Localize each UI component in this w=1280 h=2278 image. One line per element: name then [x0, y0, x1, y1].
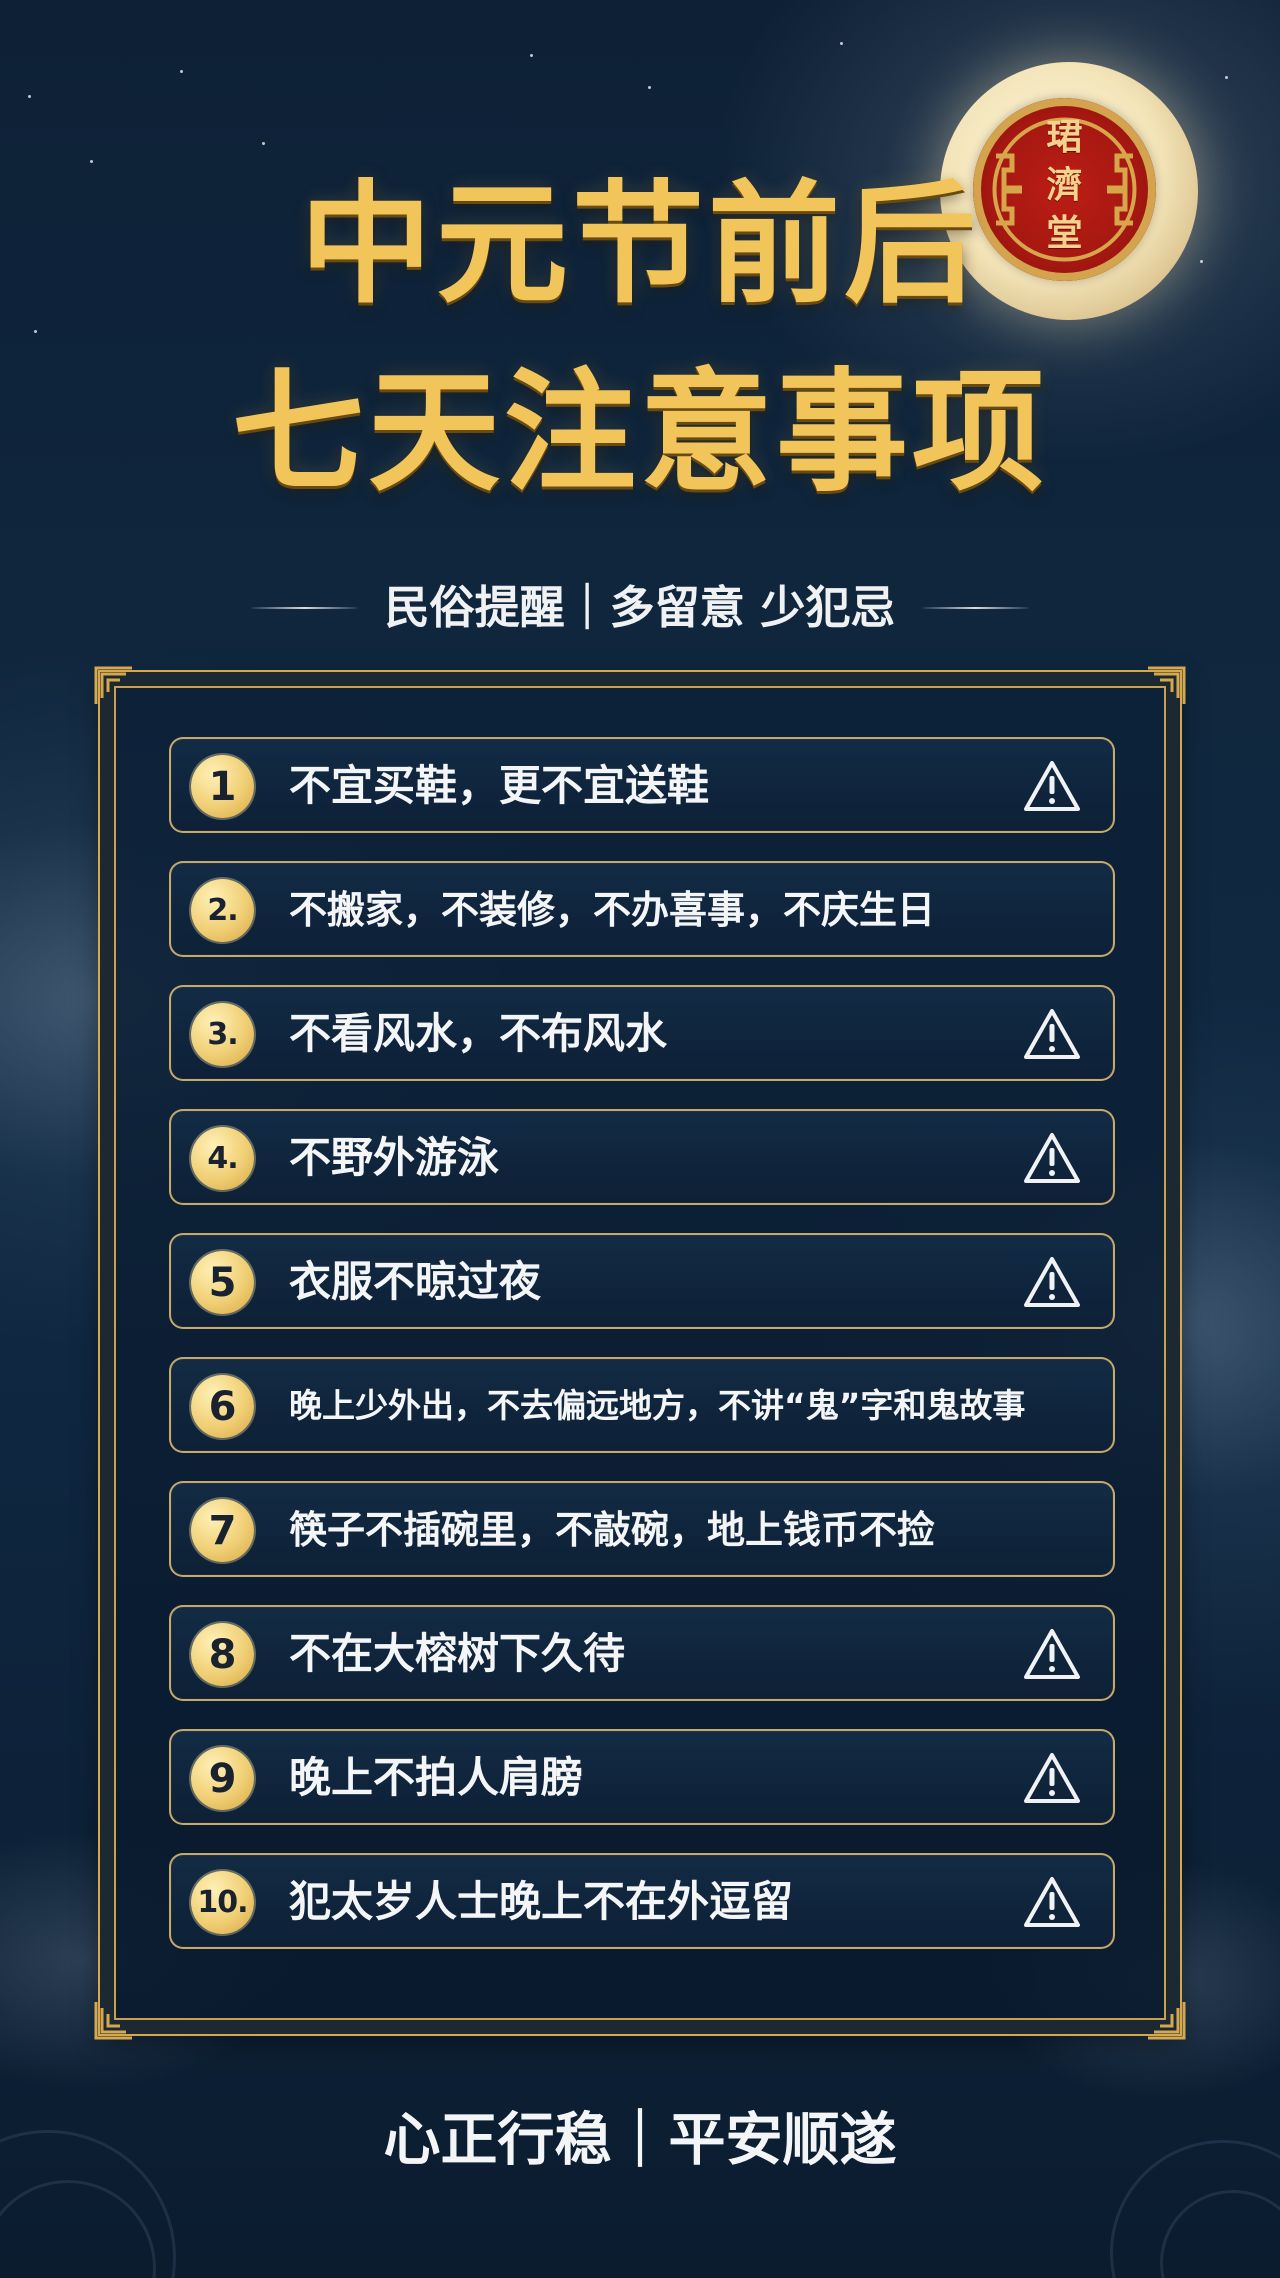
item-text: 不宜买鞋，更不宜送鞋: [289, 761, 710, 810]
ornament-corner-icon: [94, 666, 132, 704]
footer-slogan: 心正行稳｜平安顺遂: [383, 2107, 897, 2173]
item-text: 衣服不晾过夜: [289, 1257, 542, 1306]
number-badge: 1: [191, 755, 254, 818]
number-badge: 4.: [191, 1127, 254, 1190]
item-number: 7: [208, 1507, 237, 1554]
ornament-corner-icon: [94, 2002, 132, 2040]
warning-icon: [1024, 761, 1080, 811]
subtitle-rule-right: [923, 607, 1029, 609]
subtitle-rule-left: [251, 607, 357, 609]
item-number: 4.: [207, 1140, 238, 1176]
notice-item: 1 不宜买鞋，更不宜送鞋: [169, 737, 1115, 833]
item-number: 9: [208, 1755, 237, 1802]
item-text: 不野外游泳: [289, 1133, 500, 1182]
item-text: 不在大榕树下久待: [289, 1629, 626, 1678]
ornament-corner-icon: [1148, 2002, 1186, 2040]
notice-item: 6 晚上少外出，不去偏远地方，不讲“鬼”字和鬼故事: [169, 1357, 1115, 1453]
seal-char-1: 珺: [1046, 116, 1083, 158]
number-badge: 6: [191, 1375, 254, 1438]
item-number: 6: [208, 1383, 237, 1430]
item-number: 2.: [207, 892, 238, 928]
notice-item: 7 筷子不插碗里，不敲碗，地上钱币不捡: [169, 1481, 1115, 1577]
item-text: 犯太岁人士晚上不在外逗留: [289, 1877, 794, 1926]
notice-item: 9 晚上不拍人肩膀: [169, 1729, 1115, 1825]
notice-item: 3. 不看风水，不布风水: [169, 985, 1115, 1081]
notice-item: 2. 不搬家，不装修，不办喜事，不庆生日: [169, 861, 1115, 957]
item-number: 10.: [197, 1884, 248, 1920]
warning-icon: [1024, 1009, 1080, 1059]
item-number: 5: [208, 1259, 237, 1306]
notice-list: 1 不宜买鞋，更不宜送鞋 2. 不搬家，不装修，不办喜事，不庆生日 3. 不看风…: [169, 737, 1115, 1949]
item-text: 晚上不拍人肩膀: [289, 1753, 584, 1802]
warning-icon: [1024, 1753, 1080, 1803]
warning-icon: [1024, 1257, 1080, 1307]
number-badge: 2.: [191, 879, 254, 942]
notice-panel: 1 不宜买鞋，更不宜送鞋 2. 不搬家，不装修，不办喜事，不庆生日 3. 不看风…: [94, 666, 1186, 2040]
notice-item: 5 衣服不晾过夜: [169, 1233, 1115, 1329]
warning-icon: [1024, 1133, 1080, 1183]
item-number: 1: [208, 763, 237, 810]
warning-icon: [1024, 1877, 1080, 1927]
item-number: 8: [208, 1631, 237, 1678]
notice-item: 8 不在大榕树下久待: [169, 1605, 1115, 1701]
ornament-corner-icon: [1148, 666, 1186, 704]
subtitle: 民俗提醒｜多留意 少犯忌: [384, 581, 896, 634]
number-badge: 7: [191, 1499, 254, 1562]
item-number: 3.: [207, 1016, 238, 1052]
subtitle-row: 民俗提醒｜多留意 少犯忌: [185, 573, 1095, 643]
notice-item: 4. 不野外游泳: [169, 1109, 1115, 1205]
number-badge: 10.: [191, 1871, 254, 1934]
warning-icon: [1024, 1629, 1080, 1679]
title-line-2: 七天注意事项: [232, 355, 1048, 510]
item-text: 不搬家，不装修，不办喜事，不庆生日: [289, 888, 936, 932]
number-badge: 5: [191, 1251, 254, 1314]
item-text: 不看风水，不布风水: [289, 1009, 668, 1058]
number-badge: 8: [191, 1623, 254, 1686]
item-text: 筷子不插碗里，不敲碗，地上钱币不捡: [289, 1508, 936, 1552]
poster: 珺 濟 堂 中元节前后 七天注意事项 民俗提醒｜多留意 少犯忌 1 不宜买鞋，更…: [0, 0, 1280, 2278]
item-text: 晚上少外出，不去偏远地方，不讲“鬼”字和鬼故事: [289, 1386, 1026, 1425]
title-line-1: 中元节前后: [300, 167, 980, 322]
notice-item: 10. 犯太岁人士晚上不在外逗留: [169, 1853, 1115, 1949]
number-badge: 9: [191, 1747, 254, 1810]
number-badge: 3.: [191, 1003, 254, 1066]
